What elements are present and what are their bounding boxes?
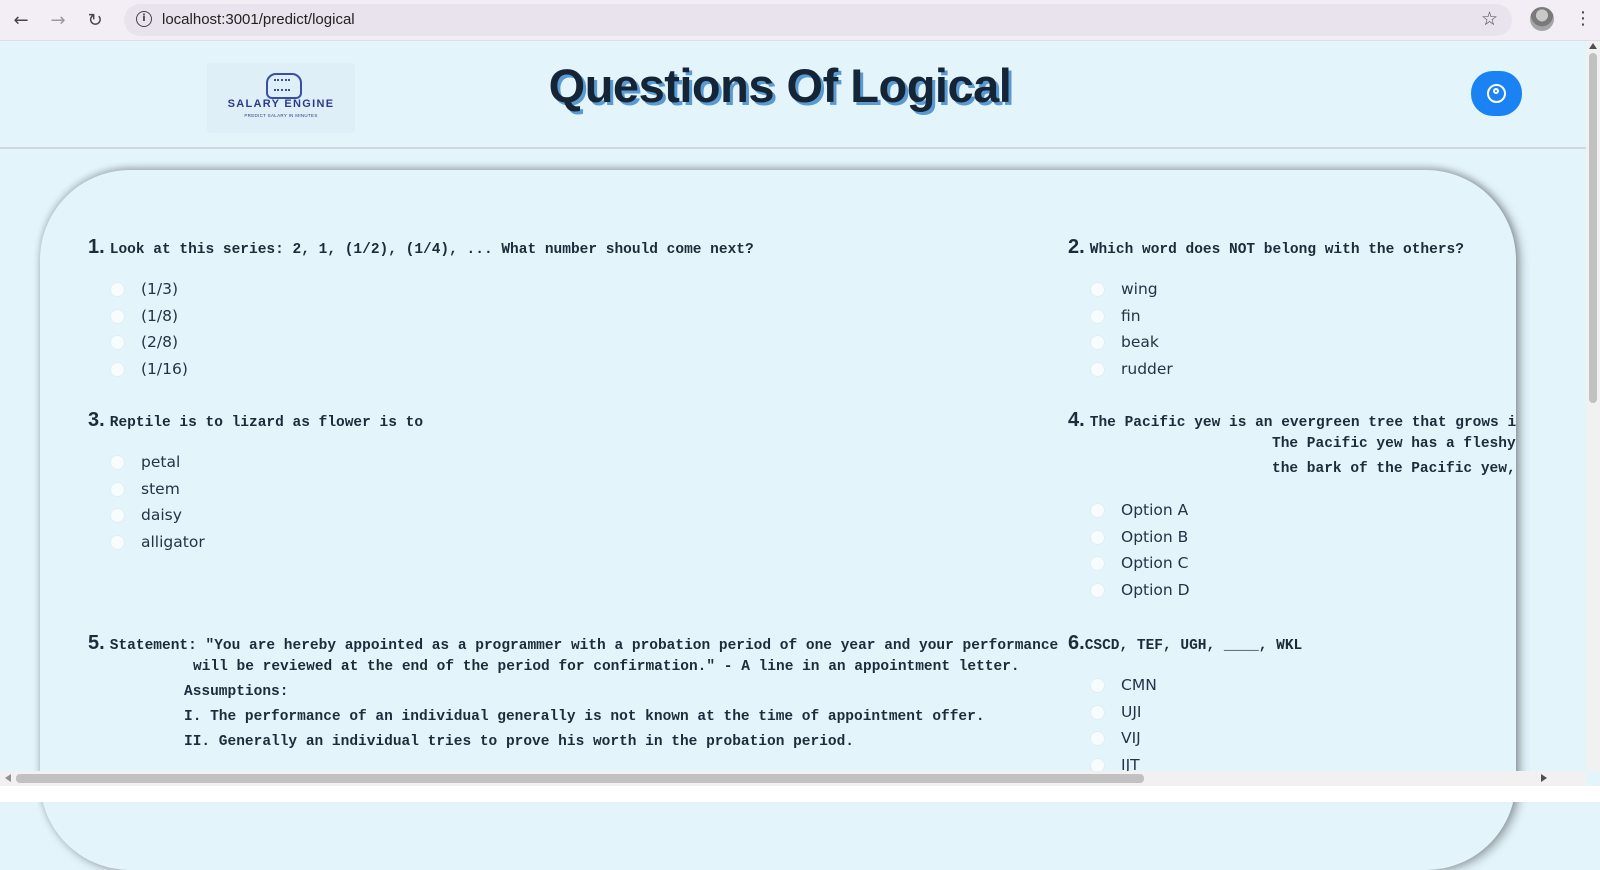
browser-menu-icon[interactable]: ⋮ [1574,8,1592,29]
user-circle-icon [1487,84,1506,103]
question-text-line: II. Generally an individual tries to pro… [184,734,855,750]
question-number: 6. [1068,632,1085,654]
site-info-icon[interactable]: i [136,11,152,27]
option-label: (2/8) [141,333,179,351]
radio-button[interactable] [1090,309,1105,324]
radio-button[interactable] [1090,556,1105,571]
radio-button[interactable] [1090,362,1105,377]
question-text-line: The Pacific yew has a fleshy, po [1272,436,1516,452]
question-text-line: Assumptions: [184,684,289,700]
option-label: (1/8) [141,307,179,325]
radio-button[interactable] [1090,282,1105,297]
option-label: rudder [1121,360,1173,378]
option-label: VIJ [1121,729,1141,747]
logo-name: SALARY ENGINE [227,98,335,110]
question-number: 1. [88,236,105,258]
radio-button[interactable] [1090,705,1105,720]
salary-engine-logo[interactable]: SALARY ENGINE PREDICT SALARY IN MINUTES [207,63,355,133]
logo-tagline: PREDICT SALARY IN MINUTES [244,113,318,118]
question-text: Which word does NOT belong with the othe… [1089,242,1464,258]
question-text-line: will be reviewed at the end of the perio… [193,659,1020,675]
question-text: Look at this series: 2, 1, (1/2), (1/4),… [109,242,754,258]
option-label: Option A [1121,501,1189,519]
option-label: Option C [1121,554,1189,572]
questions-card: 1. Look at this series: 2, 1, (1/2), (1/… [40,170,1516,870]
question-text: The Pacific yew is an evergreen tree tha… [1089,415,1516,431]
vertical-scrollbar[interactable] [1586,41,1600,771]
radio-button[interactable] [110,362,125,377]
radio-button[interactable] [110,335,125,350]
option-label: stem [141,480,180,498]
radio-button[interactable] [110,455,125,470]
radio-button[interactable] [110,282,125,297]
radio-button[interactable] [1090,731,1105,746]
question-number: 5. [88,632,105,654]
account-button[interactable] [1471,71,1522,116]
vertical-scroll-thumb[interactable] [1589,53,1597,403]
option-label: (1/3) [141,280,179,298]
horizontal-scroll-thumb[interactable] [16,774,1144,783]
address-bar[interactable]: i localhost:3001/predict/logical ☆ [124,4,1512,36]
question-number: 2. [1068,236,1085,258]
question-text-line: the bark of the Pacific yew, wa [1272,461,1516,477]
question-text: CSCD, TEF, UGH, ____, WKL [1084,638,1303,654]
question-text-line: I. The performance of an individual gene… [184,709,985,725]
radio-button[interactable] [1090,678,1105,693]
radio-button[interactable] [1090,503,1105,518]
scroll-right-arrow-icon[interactable] [1541,774,1547,782]
bookmark-star-icon[interactable]: ☆ [1481,8,1498,30]
option-label: petal [141,453,181,471]
browser-profile-avatar[interactable] [1530,7,1554,31]
question-text: Statement: "You are hereby appointed as … [109,638,1059,654]
forward-arrow-icon[interactable]: → [46,8,70,32]
radio-button[interactable] [1090,583,1105,598]
scroll-left-arrow-icon[interactable] [5,774,11,782]
option-label: CMN [1121,676,1157,694]
browser-toolbar: ← → ↻ i localhost:3001/predict/logical ☆… [0,0,1600,41]
question-number: 4. [1068,409,1085,431]
option-label: UJI [1121,703,1142,721]
option-label: (1/16) [141,360,188,378]
horizontal-scrollbar[interactable] [0,771,1586,786]
radio-button[interactable] [110,508,125,523]
option-label: beak [1121,333,1159,351]
back-arrow-icon[interactable]: ← [9,8,33,32]
option-label: fin [1121,307,1141,325]
option-label: alligator [141,533,205,551]
radio-button[interactable] [110,535,125,550]
address-bar-url[interactable]: localhost:3001/predict/logical [162,11,355,28]
radio-button[interactable] [110,309,125,324]
radio-button[interactable] [1090,530,1105,545]
radio-button[interactable] [1090,335,1105,350]
option-label: wing [1121,280,1158,298]
brain-circuit-icon [266,73,302,99]
option-label: Option D [1121,581,1190,599]
reload-icon[interactable]: ↻ [83,8,107,32]
scroll-up-arrow-icon[interactable] [1589,43,1597,49]
page-title: Questions Of Logical [548,59,1012,112]
question-text: Reptile is to lizard as flower is to [109,415,424,431]
question-number: 3. [88,409,105,431]
option-label: Option B [1121,528,1189,546]
radio-button[interactable] [110,482,125,497]
option-label: daisy [141,506,182,524]
window-bottom-edge [0,786,1600,802]
